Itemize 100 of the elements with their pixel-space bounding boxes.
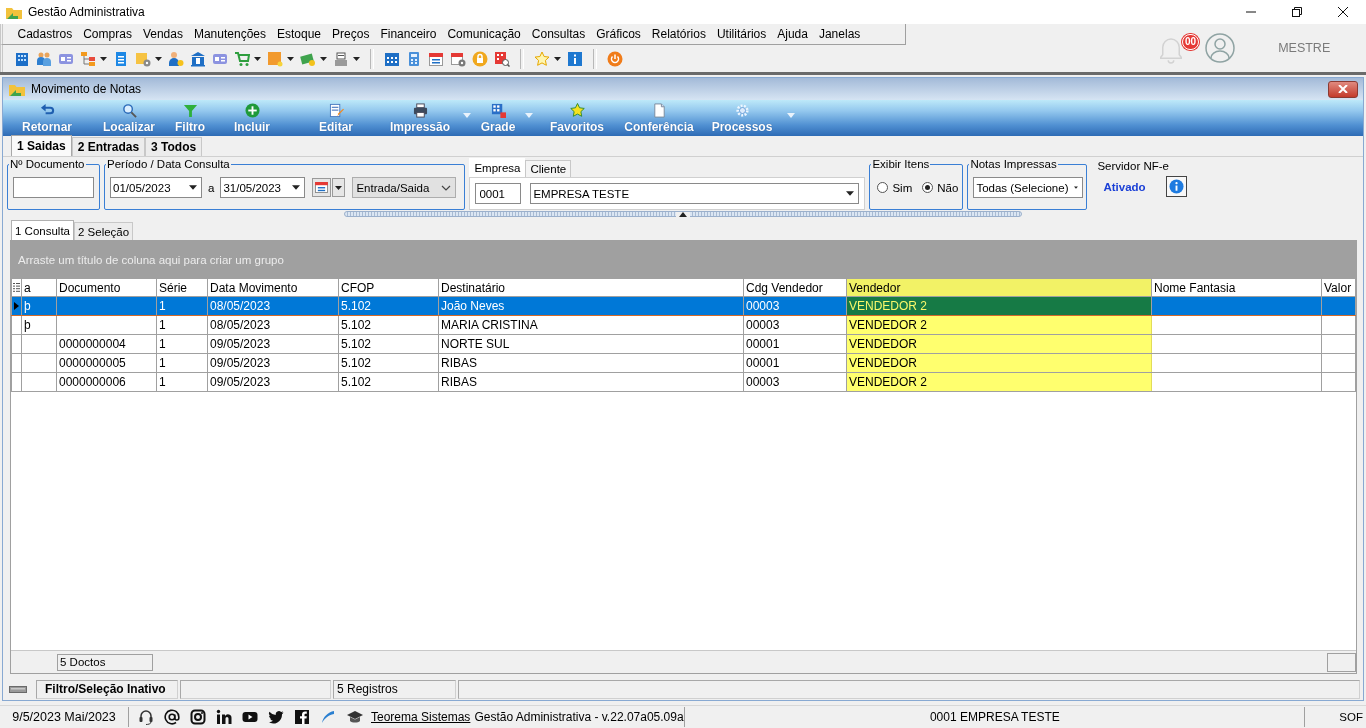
website-link[interactable]: Teorema Sistemas [371, 710, 471, 724]
table-cell: 1 [156, 372, 208, 392]
column-header[interactable]: Série [156, 278, 208, 297]
close-icon[interactable] [1338, 7, 1348, 17]
column-header[interactable]: Data Movimento [207, 278, 339, 297]
info-icon[interactable] [567, 50, 583, 67]
calendar-icon[interactable] [428, 50, 444, 67]
ribbon-button[interactable]: Processos [701, 100, 783, 136]
menu-item[interactable]: Financeiro [374, 27, 442, 41]
tab[interactable]: Empresa [469, 158, 526, 177]
facebook-icon[interactable] [294, 709, 310, 725]
column-header[interactable]: Documento [56, 278, 157, 297]
caret-icon [353, 56, 360, 61]
column-header[interactable]: Valor [1321, 278, 1356, 297]
filter-icon [182, 103, 198, 118]
close-button[interactable] [1328, 80, 1358, 98]
current-row-icon [14, 302, 19, 310]
ribbon-button[interactable]: Conferência [617, 100, 701, 136]
package-icon[interactable] [135, 50, 151, 67]
input-field[interactable]: 0001 [475, 183, 522, 204]
people-icon[interactable] [36, 50, 52, 67]
info-button[interactable] [1165, 176, 1187, 197]
ribbon-button[interactable]: Grade [475, 100, 521, 136]
menu-item[interactable]: Comunicação [441, 27, 527, 41]
menu-item[interactable]: Relatórios [646, 27, 712, 41]
ribbon-button[interactable]: Localizar [91, 100, 167, 136]
caret-icon [155, 56, 162, 61]
table-cell: 1 [156, 315, 208, 335]
twitter-icon[interactable] [268, 709, 284, 725]
print-status-dropdown[interactable]: Todas (Selecione) [973, 177, 1084, 198]
table-row[interactable]: þ 1 08/05/2023 5.102 MARIA CRISTINA 00003 VENDEDOR 2 [11, 315, 1356, 335]
menu-item[interactable]: Gráficos [590, 27, 647, 41]
star-icon[interactable] [534, 50, 550, 67]
building-icon[interactable] [14, 50, 30, 67]
calendar-gear-icon[interactable] [450, 50, 466, 67]
table-cell: 00001 [743, 353, 847, 373]
ribbon-button[interactable]: Incluir [213, 100, 291, 136]
menu-item[interactable]: Ajuda [771, 27, 814, 41]
column-header[interactable]: CFOP [338, 278, 439, 297]
menu-item[interactable]: Compras [77, 27, 138, 41]
menu-item[interactable]: Consultas [526, 27, 591, 41]
panel-icon[interactable] [9, 685, 27, 693]
calendar-button[interactable] [312, 178, 332, 197]
menu-item[interactable]: Preços [326, 27, 375, 41]
org-chart-icon[interactable] [80, 50, 96, 67]
dropdown-button[interactable] [332, 178, 346, 197]
direction-dropdown[interactable]: Entrada/Saida [352, 177, 457, 198]
column-header[interactable]: Vendedor [846, 278, 1152, 297]
ribbon-button[interactable]: Editar [291, 100, 381, 136]
power-icon[interactable] [607, 50, 623, 67]
cash-register-icon[interactable] [333, 50, 349, 67]
menu-item[interactable]: Manutenções [188, 27, 272, 41]
tab[interactable]: Cliente [525, 160, 572, 177]
date-field[interactable]: 01/05/2023 [110, 177, 202, 198]
tab[interactable]: 2 Entradas [71, 137, 146, 156]
radio-button[interactable] [922, 182, 934, 193]
menu-item[interactable]: Vendas [137, 27, 189, 41]
column-header[interactable]: Destinatário [438, 278, 744, 297]
grid-icon [490, 103, 506, 118]
menu-item[interactable]: Cadastros [12, 27, 78, 41]
menu-item[interactable]: Utilitários [711, 27, 772, 41]
bank-icon[interactable] [190, 50, 206, 67]
column-header[interactable]: Nome Fantasia [1151, 278, 1322, 297]
table-row[interactable]: 0000000005 1 09/05/2023 5.102 RIBAS 00001 VENDEDOR [11, 353, 1356, 373]
ribbon-button[interactable]: Retornar [3, 100, 91, 136]
radio-button[interactable] [877, 182, 889, 193]
input-field[interactable] [13, 177, 94, 198]
document-icon[interactable] [113, 50, 129, 67]
tab[interactable]: 1 Saidas [11, 135, 72, 156]
calculator-icon[interactable] [406, 50, 422, 67]
table-row[interactable]: 0000000006 1 09/05/2023 5.102 RIBAS 00003 VENDEDOR 2 [11, 372, 1356, 392]
cart-icon[interactable] [234, 50, 250, 67]
column-header[interactable]: Cdg Vendedor [743, 278, 847, 297]
column-header[interactable]: a [21, 278, 57, 297]
tab[interactable]: 1 Consulta [11, 220, 74, 240]
menu-item[interactable]: Janelas [813, 27, 866, 41]
ribbon-button[interactable]: Filtro [167, 100, 213, 136]
person-coin-icon[interactable] [168, 50, 184, 67]
plus-icon [244, 103, 260, 118]
tab[interactable]: 2 Seleção [74, 222, 134, 240]
radio-label[interactable]: Não [937, 181, 959, 194]
menu-item[interactable]: Estoque [271, 27, 327, 41]
user-avatar-icon[interactable] [1205, 33, 1236, 63]
at-sign-icon[interactable] [164, 709, 180, 725]
linkedin-icon[interactable] [216, 709, 232, 725]
radio-label[interactable]: Sim [892, 181, 913, 194]
ribbon-button[interactable]: Favoritos [537, 100, 617, 136]
table-search-icon[interactable] [494, 50, 510, 67]
youtube-icon[interactable] [242, 709, 258, 725]
company-dropdown[interactable]: EMPRESA TESTE [530, 183, 860, 204]
calendar-icon[interactable] [384, 50, 400, 67]
headset-icon[interactable] [138, 709, 154, 725]
ribbon-button[interactable]: Impressão [381, 100, 459, 136]
instagram-icon[interactable] [190, 709, 206, 725]
table-row[interactable]: 0000000004 1 09/05/2023 5.102 NORTE SUL 00001 VENDEDOR [11, 334, 1356, 354]
column-chooser-icon[interactable] [13, 283, 20, 292]
splitter-handle[interactable] [344, 211, 1022, 217]
restore-icon[interactable] [1292, 7, 1302, 17]
tab[interactable]: 3 Todos [145, 137, 203, 156]
date-field[interactable]: 31/05/2023 [220, 177, 306, 198]
